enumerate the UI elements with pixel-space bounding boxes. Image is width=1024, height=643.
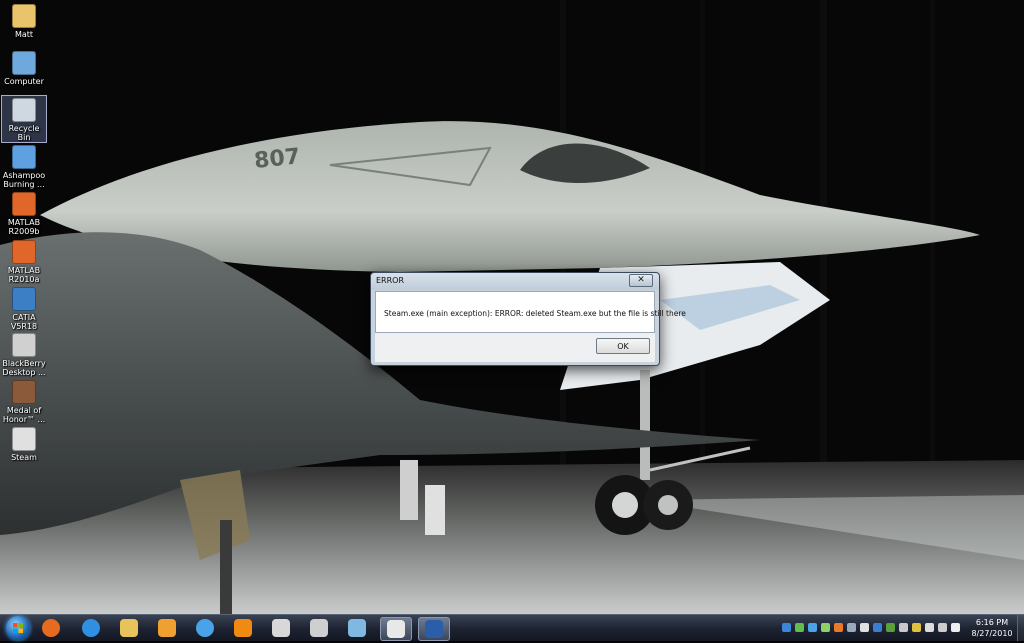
taskbar-clock[interactable]: 6:16 PM 8/27/2010 bbox=[964, 617, 1020, 639]
desktop-icon-steam[interactable]: Steam bbox=[2, 425, 46, 462]
tray-icon[interactable] bbox=[912, 623, 921, 632]
dialog-titlebar[interactable]: ERROR ✕ bbox=[371, 273, 659, 290]
itunes-icon bbox=[196, 619, 214, 637]
show-desktop-button[interactable] bbox=[1017, 615, 1024, 641]
catia-icon bbox=[12, 287, 36, 311]
desktop-icon-label: Ashampoo Burning ... bbox=[2, 171, 46, 189]
taskbar-app-itunes[interactable] bbox=[190, 617, 220, 639]
sync-icon bbox=[310, 619, 328, 637]
desktop-icon-label: Matt bbox=[14, 30, 34, 39]
network-tool-icon bbox=[348, 619, 366, 637]
taskbar-app-photoshop[interactable] bbox=[418, 617, 450, 641]
user-folder-icon bbox=[12, 4, 36, 28]
ashampoo-icon bbox=[12, 145, 36, 169]
desktop-icon-blackberry[interactable]: BlackBerry Desktop ... bbox=[2, 331, 46, 377]
desktop-icon-user-folder[interactable]: Matt bbox=[2, 2, 46, 39]
desktop-icon-matlab[interactable]: MATLAB R2010a bbox=[2, 238, 46, 284]
desktop-icon-label: CATIA V5R18 bbox=[10, 313, 38, 331]
desktop-icon-label: BlackBerry Desktop ... bbox=[2, 359, 46, 377]
desktop-icon-label: Recycle Bin bbox=[8, 124, 40, 142]
error-message: Steam.exe (main exception): ERROR: delet… bbox=[384, 309, 686, 318]
desktop-icon-label: Medal of Honor™ ... bbox=[2, 406, 46, 424]
outlook-icon bbox=[158, 619, 176, 637]
desktop-icon-medal-of-honor[interactable]: Medal of Honor™ ... bbox=[2, 378, 46, 424]
error-dialog: ERROR ✕ Steam.exe (main exception): ERRO… bbox=[370, 272, 686, 366]
vlc-icon bbox=[234, 619, 252, 637]
matlab-icon bbox=[12, 192, 36, 216]
steam-icon bbox=[387, 620, 405, 638]
desktop-icon-ashampoo[interactable]: Ashampoo Burning ... bbox=[2, 143, 46, 189]
clock-date: 8/27/2010 bbox=[971, 629, 1013, 638]
desktop-icon-label: MATLAB R2009b bbox=[7, 218, 41, 236]
tray-icon[interactable] bbox=[808, 623, 817, 632]
taskbar-app-movie-maker[interactable] bbox=[266, 617, 296, 639]
taskbar-app-firefox[interactable] bbox=[36, 617, 66, 639]
tray-icon[interactable] bbox=[899, 623, 908, 632]
system-tray bbox=[778, 615, 978, 641]
tray-icon[interactable] bbox=[795, 623, 804, 632]
taskbar-app-internet-explorer[interactable] bbox=[76, 617, 106, 639]
clock-time: 6:16 PM bbox=[975, 618, 1009, 627]
tray-icon[interactable] bbox=[860, 623, 869, 632]
taskbar-app-vlc[interactable] bbox=[228, 617, 258, 639]
dialog-body: Steam.exe (main exception): ERROR: delet… bbox=[375, 291, 686, 333]
desktop-icon-computer[interactable]: Computer bbox=[2, 49, 46, 86]
desktop-icon-label: Steam bbox=[11, 453, 37, 462]
dialog-close-button[interactable]: ✕ bbox=[629, 274, 653, 287]
firefox-icon bbox=[42, 619, 60, 637]
desktop-icon-catia[interactable]: CATIA V5R18 bbox=[2, 285, 46, 331]
tray-icon[interactable] bbox=[821, 623, 830, 632]
taskbar: 6:16 PM 8/27/2010 bbox=[0, 614, 1024, 641]
blackberry-icon bbox=[12, 333, 36, 357]
matlab-icon bbox=[12, 240, 36, 264]
tray-icon[interactable] bbox=[782, 623, 791, 632]
tray-icon[interactable] bbox=[873, 623, 882, 632]
desktop-icon-label: Computer bbox=[4, 77, 44, 86]
medal-of-honor-icon bbox=[12, 380, 36, 404]
tray-icon[interactable] bbox=[847, 623, 856, 632]
wallpaper-text: 807 bbox=[253, 144, 301, 174]
taskbar-app-outlook[interactable] bbox=[152, 617, 182, 639]
photoshop-icon bbox=[425, 620, 443, 638]
close-icon: ✕ bbox=[637, 275, 645, 285]
steam-icon bbox=[12, 427, 36, 451]
dialog-title: ERROR bbox=[376, 276, 405, 285]
taskbar-app-steam[interactable] bbox=[380, 617, 412, 641]
tray-icon[interactable] bbox=[925, 623, 934, 632]
movie-maker-icon bbox=[272, 619, 290, 637]
desktop-icon-matlab[interactable]: MATLAB R2009b bbox=[2, 190, 46, 236]
desktop-icon-label: MATLAB R2010a bbox=[7, 266, 41, 284]
computer-icon bbox=[12, 51, 36, 75]
desktop-icon-recycle-bin[interactable]: Recycle Bin bbox=[1, 95, 47, 143]
recycle-bin-icon bbox=[12, 98, 36, 122]
taskbar-app-sync[interactable] bbox=[304, 617, 334, 639]
internet-explorer-icon bbox=[82, 619, 100, 637]
tray-icon[interactable] bbox=[834, 623, 843, 632]
start-button[interactable] bbox=[6, 616, 30, 640]
windows-logo-icon bbox=[13, 623, 23, 633]
tray-icon[interactable] bbox=[951, 623, 960, 632]
taskbar-app-network-tool[interactable] bbox=[342, 617, 372, 639]
windows-explorer-icon bbox=[120, 619, 138, 637]
ok-button[interactable]: OK bbox=[596, 338, 650, 354]
taskbar-app-windows-explorer[interactable] bbox=[114, 617, 144, 639]
tray-icon[interactable] bbox=[886, 623, 895, 632]
tray-icon[interactable] bbox=[938, 623, 947, 632]
